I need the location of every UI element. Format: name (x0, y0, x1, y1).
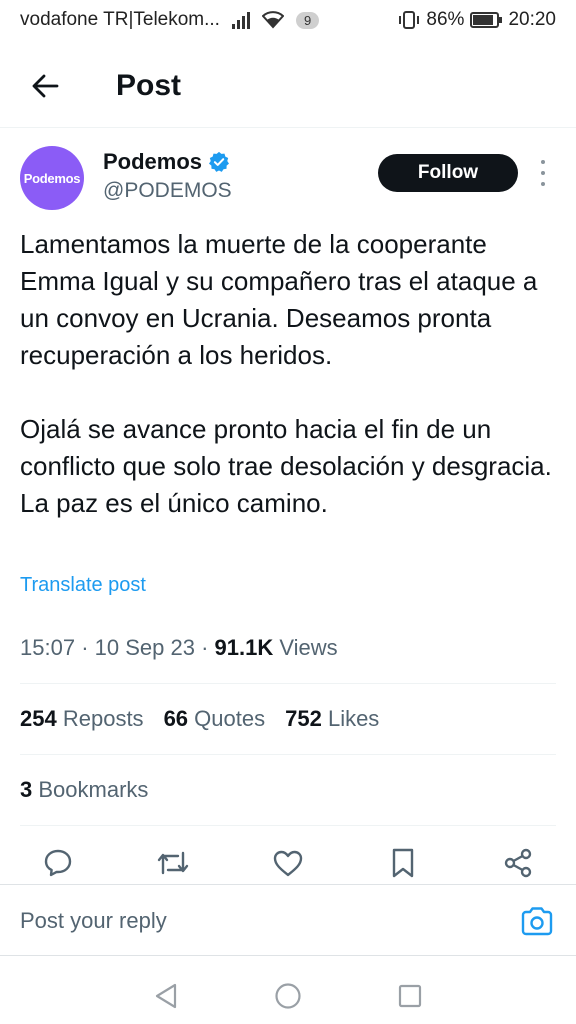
notification-count-badge: 9 (295, 11, 320, 29)
signal-icon (231, 11, 250, 29)
meta-separator: · (201, 635, 209, 660)
nav-recents-button[interactable] (392, 978, 428, 1014)
share-icon (504, 848, 532, 878)
bookmark-icon (392, 848, 414, 878)
status-bar: vodafone TR|Telekom... 9 86% 20:20 (0, 0, 576, 40)
bookmark-button[interactable] (383, 843, 423, 883)
wifi-icon (261, 11, 284, 29)
post-paragraph: Ojalá se avance pronto hacia el fin de u… (20, 414, 552, 518)
page-title: Post (116, 68, 182, 102)
status-left: vodafone TR|Telekom... 9 (20, 9, 320, 31)
more-options-icon[interactable] (536, 160, 550, 186)
author-handle[interactable]: @PODEMOS (103, 179, 232, 203)
post-time[interactable]: 15:07 (20, 635, 75, 660)
post-date[interactable]: 10 Sep 23 (95, 635, 195, 660)
battery-icon (470, 12, 503, 28)
likes-label: Likes (327, 706, 380, 731)
post-author: Podemos Podemos @PODEMOS Follow (20, 146, 560, 212)
author-name-row[interactable]: Podemos (103, 149, 230, 175)
system-navigation-bar (0, 968, 576, 1024)
divider (20, 825, 556, 826)
reply-input[interactable] (20, 905, 480, 937)
nav-back-button[interactable] (148, 978, 184, 1014)
nav-home-button[interactable] (270, 978, 306, 1014)
back-button[interactable] (20, 61, 70, 111)
likes-stat[interactable]: 752 Likes (285, 706, 379, 732)
reply-composer (0, 884, 576, 956)
divider (20, 754, 556, 755)
camera-button[interactable] (518, 903, 556, 939)
views-label: Views (279, 635, 338, 660)
follow-button[interactable]: Follow (378, 154, 518, 192)
status-right: 86% 20:20 (398, 9, 556, 31)
repost-icon (157, 851, 189, 875)
author-name[interactable]: Podemos (103, 149, 202, 175)
bookmarks-label: Bookmarks (38, 777, 149, 802)
translate-post-link[interactable]: Translate post (20, 574, 146, 597)
clock: 20:20 (508, 9, 556, 30)
post-actions (0, 843, 576, 885)
battery-percent: 86% (426, 9, 465, 30)
reposts-count: 254 (20, 706, 57, 731)
bookmarks-stat[interactable]: 3 Bookmarks (20, 777, 148, 803)
arrow-left-icon (32, 74, 59, 97)
repost-button[interactable] (153, 843, 193, 883)
likes-count: 752 (285, 706, 322, 731)
meta-separator: · (81, 635, 89, 660)
bookmarks-count: 3 (20, 777, 33, 802)
divider (20, 683, 556, 684)
engagement-stats: 254 Reposts 66 Quotes 752 Likes (20, 706, 379, 732)
share-button[interactable] (498, 843, 538, 883)
post-meta: 15:07 · 10 Sep 23 · 91.1K Views (20, 635, 338, 661)
carrier-name: vodafone TR|Telekom... (20, 9, 220, 30)
triangle-back-icon (155, 983, 177, 1009)
reply-icon (44, 849, 72, 877)
heart-icon (273, 850, 303, 877)
avatar[interactable]: Podemos (20, 146, 84, 210)
vibrate-icon (398, 11, 420, 29)
top-app-bar: Post (0, 44, 576, 128)
reposts-stat[interactable]: 254 Reposts (20, 706, 144, 732)
like-button[interactable] (268, 843, 308, 883)
views-count: 91.1K (214, 635, 274, 660)
quotes-label: Quotes (194, 706, 266, 731)
square-recents-icon (398, 984, 422, 1008)
post-body: Lamentamos la muerte de la cooperante Em… (20, 226, 565, 522)
camera-icon (521, 907, 553, 936)
reposts-label: Reposts (62, 706, 144, 731)
post-paragraph: Lamentamos la muerte de la cooperante Em… (20, 229, 538, 370)
quotes-stat[interactable]: 66 Quotes (164, 706, 266, 732)
circle-home-icon (275, 983, 301, 1009)
reply-button[interactable] (38, 843, 78, 883)
quotes-count: 66 (163, 706, 189, 731)
verified-badge-icon (209, 151, 230, 172)
